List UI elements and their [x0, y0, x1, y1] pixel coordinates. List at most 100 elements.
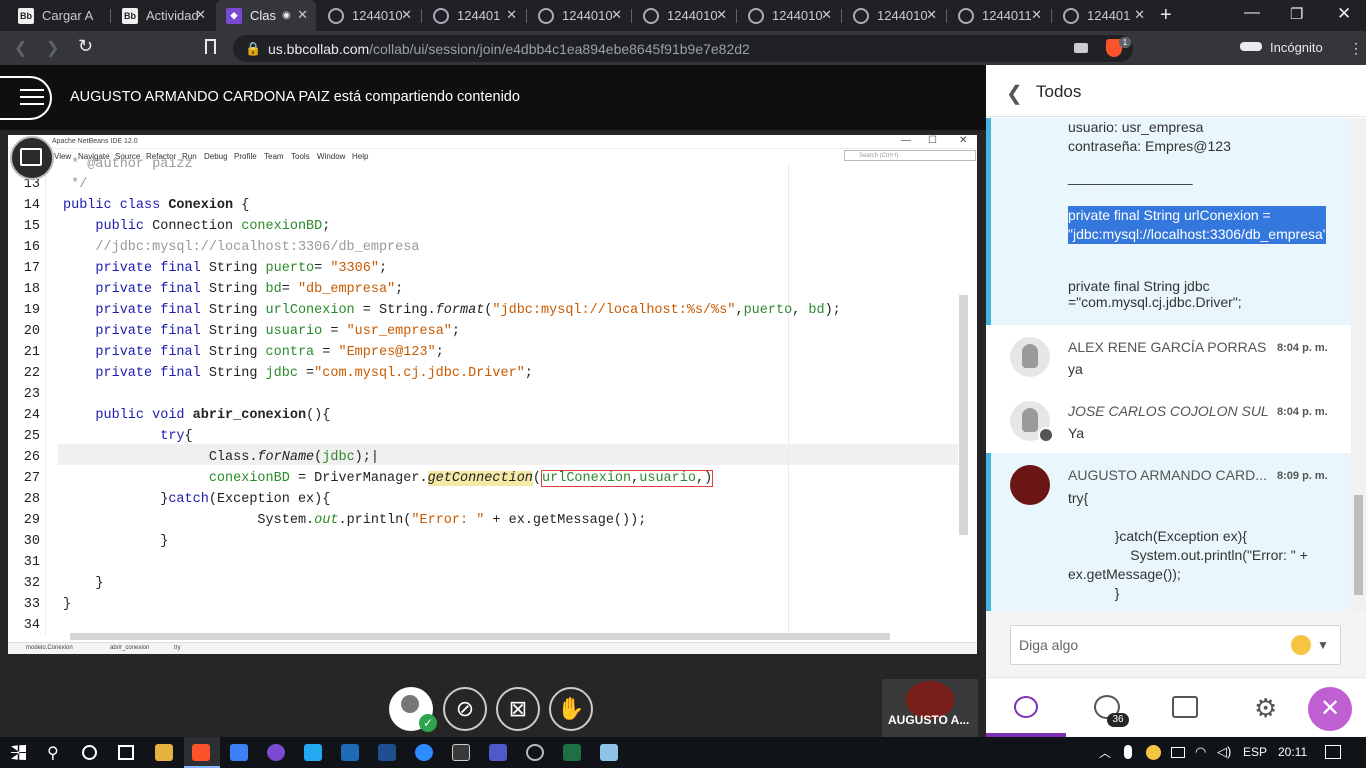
- code-line-30: }: [63, 534, 169, 549]
- code-line-17: private final String puerto= "3306";: [95, 261, 388, 276]
- microphone-button[interactable]: ⊘: [443, 687, 487, 731]
- close-icon: ✕: [959, 135, 968, 146]
- close-panel-button[interactable]: ✕: [1308, 687, 1352, 731]
- share-content-icon[interactable]: [1172, 696, 1198, 718]
- excel-icon[interactable]: [563, 744, 581, 761]
- close-icon[interactable]: ✕: [195, 7, 206, 23]
- raise-hand-button[interactable]: ✋: [549, 687, 593, 731]
- collab-app-icon[interactable]: [267, 744, 285, 761]
- network-icon[interactable]: [1171, 747, 1185, 758]
- code-line-22: private final String jdbc ="com.mysql.cj…: [95, 366, 533, 381]
- teams-icon[interactable]: [489, 744, 507, 761]
- wifi-icon[interactable]: ◠: [1195, 744, 1206, 760]
- browser-tab-strip: Bb Cargar A Bb Actividad ✕ ◆ Clas ◉ ✕ 1244010 ✕…: [0, 0, 1366, 31]
- notepad-icon[interactable]: [600, 744, 618, 761]
- code-line-27: conexionBD = DriverManager.getConnection…: [208, 470, 714, 487]
- virtualbox-icon[interactable]: [230, 744, 248, 761]
- camera-icon[interactable]: [1074, 43, 1088, 53]
- notifications-icon[interactable]: [1325, 745, 1341, 759]
- tab-cargar[interactable]: Bb Cargar A: [8, 0, 108, 31]
- close-icon[interactable]: ✕: [611, 7, 622, 23]
- bookmark-icon[interactable]: [205, 39, 216, 54]
- tab-124401[interactable]: 124401 ✕: [423, 0, 525, 31]
- camera-off-icon: ⊠: [508, 696, 528, 721]
- close-icon[interactable]: ✕: [926, 7, 937, 23]
- close-icon[interactable]: ✕: [716, 7, 727, 23]
- code-line-12: * @author paizz: [63, 157, 193, 172]
- minimize-icon[interactable]: —: [1244, 4, 1260, 22]
- incognito-label[interactable]: Incógnito: [1270, 40, 1323, 55]
- window-title: Apache NetBeans IDE 12.0: [52, 138, 138, 145]
- back-icon[interactable]: ❮: [1006, 81, 1023, 106]
- chat-icon: [1014, 696, 1038, 718]
- task-view-icon[interactable]: [118, 745, 134, 760]
- avatar: [1010, 465, 1050, 505]
- file-explorer-icon[interactable]: [155, 744, 173, 761]
- lock-icon[interactable]: 🔒: [245, 41, 261, 57]
- close-icon[interactable]: ✕: [297, 7, 308, 23]
- editor-hscrollbar: [70, 633, 890, 640]
- tab-124401[interactable]: 124401 ✕: [1053, 0, 1153, 31]
- tab-actividad[interactable]: Bb Actividad ✕: [112, 0, 214, 31]
- globe-icon: [433, 7, 449, 24]
- code-line-33: }: [63, 597, 72, 612]
- chat-scrollbar-thumb[interactable]: [1354, 495, 1363, 595]
- close-icon[interactable]: ✕: [821, 7, 832, 23]
- restore-icon[interactable]: ❐: [1290, 5, 1303, 23]
- tray-app-icon[interactable]: [1146, 745, 1161, 760]
- clock[interactable]: 20:11: [1278, 745, 1307, 759]
- tab-1244010[interactable]: 1244010 ✕: [633, 0, 735, 31]
- code-line-14: public class Conexion {: [63, 198, 250, 213]
- recording-icon: ◉: [282, 10, 291, 21]
- emoji-icon[interactable]: [1291, 635, 1311, 655]
- user-icon: [1022, 344, 1038, 368]
- microphone-tray-icon[interactable]: [1124, 745, 1132, 759]
- tab-1244010[interactable]: 1244010 ✕: [528, 0, 630, 31]
- code-line-25: try{: [160, 429, 193, 444]
- chevron-up-icon[interactable]: ︿: [1099, 744, 1111, 761]
- back-icon[interactable]: ❮: [14, 38, 27, 58]
- globe-icon: [853, 7, 869, 24]
- message-text: try{ }catch(Exception ex){ System.out.pr…: [1068, 490, 1308, 601]
- chrome-icon[interactable]: [526, 744, 544, 761]
- tab-1244010[interactable]: 1244010 ✕: [843, 0, 945, 31]
- code-line-20: private final String usuario = "usr_empr…: [95, 324, 461, 339]
- netbeans-icon[interactable]: [341, 744, 359, 761]
- new-tab-icon[interactable]: +: [1160, 4, 1172, 27]
- hamburger-icon: [20, 89, 44, 91]
- search-icon[interactable]: ⚲: [47, 743, 59, 763]
- code-line-21: private final String contra = "Empres@12…: [95, 345, 444, 360]
- reload-icon[interactable]: ↻: [78, 36, 93, 57]
- user-icon: [401, 695, 419, 713]
- collab-icon: ◆: [226, 7, 242, 24]
- settings-icon[interactable]: ⚙: [1254, 693, 1277, 724]
- tab-1244010[interactable]: 1244010 ✕: [318, 0, 420, 31]
- message-highlighted-text: private final String urlConexion = "jdbc…: [1068, 206, 1332, 244]
- session-menu-button[interactable]: [0, 76, 52, 120]
- tab-clase[interactable]: ◆ Clas ◉ ✕: [216, 0, 316, 31]
- globe-icon: [643, 7, 659, 24]
- close-icon[interactable]: ✕: [1134, 7, 1145, 23]
- url-text[interactable]: us.bbcollab.com/collab/ui/session/join/e…: [268, 41, 750, 57]
- close-icon[interactable]: ✕: [401, 7, 412, 23]
- close-icon: ✕: [1319, 695, 1341, 722]
- camera-button[interactable]: ⊠: [496, 687, 540, 731]
- zoom-icon[interactable]: [415, 744, 433, 761]
- forward-icon[interactable]: ❯: [46, 38, 59, 58]
- close-icon[interactable]: ✕: [506, 7, 517, 23]
- brave-icon[interactable]: [192, 744, 210, 761]
- close-icon[interactable]: ✕: [1031, 7, 1042, 23]
- vscode-icon[interactable]: [304, 744, 322, 761]
- message-text: usuario: usr_empresa: [1068, 119, 1204, 135]
- browser-menu-icon[interactable]: ⋮: [1349, 40, 1363, 57]
- intellij-icon[interactable]: [378, 744, 396, 761]
- volume-icon[interactable]: ◁): [1217, 744, 1231, 760]
- shield-badge: 1: [1119, 37, 1131, 48]
- tab-1244011[interactable]: 1244011 ✕: [948, 0, 1050, 31]
- tab-1244010[interactable]: 1244010 ✕: [738, 0, 840, 31]
- close-window-icon[interactable]: ✕: [1337, 4, 1351, 24]
- clion-icon[interactable]: [452, 744, 470, 761]
- chevron-down-icon[interactable]: ▼: [1317, 638, 1329, 652]
- cortana-icon[interactable]: [82, 745, 97, 760]
- language-indicator[interactable]: ESP: [1243, 745, 1267, 759]
